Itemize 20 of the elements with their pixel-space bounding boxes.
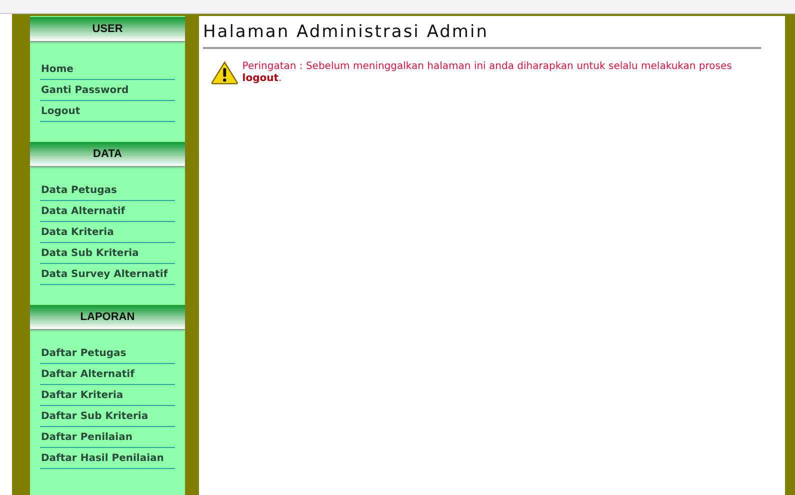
menu-link[interactable]: Data Petugas [40, 180, 175, 201]
menu-link[interactable]: Ganti Password [40, 80, 175, 101]
menu-link[interactable]: Data Kriteria [40, 222, 175, 243]
warning-message: Peringatan : Sebelum meninggalkan halaman ini anda diharapkan untuk selalu melakukan proses logout. [242, 61, 733, 85]
menu-link[interactable]: Daftar Petugas [40, 343, 175, 364]
menu-link[interactable]: Daftar Sub Kriteria [40, 406, 175, 427]
menu-link[interactable]: Daftar Penilaian [40, 427, 175, 448]
menu-link[interactable]: Data Survey Alternatif [40, 264, 175, 285]
warning-icon [211, 61, 238, 85]
page-title: Halaman Administrasi Admin [203, 22, 761, 49]
section-header: USER [30, 17, 185, 41]
menu-link[interactable]: Logout [40, 101, 175, 122]
menu-link[interactable]: Daftar Alternatif [40, 364, 175, 385]
menu-link[interactable]: Data Sub Kriteria [40, 243, 175, 264]
menu-link[interactable]: Daftar Hasil Penilaian [40, 448, 175, 469]
section-header: DATA [30, 142, 185, 166]
menu-link[interactable]: Data Alternatif [40, 201, 175, 222]
menu-link[interactable]: Home [40, 59, 175, 80]
menu-link[interactable]: Daftar Kriteria [40, 385, 175, 406]
section-header: LAPORAN [30, 305, 185, 329]
